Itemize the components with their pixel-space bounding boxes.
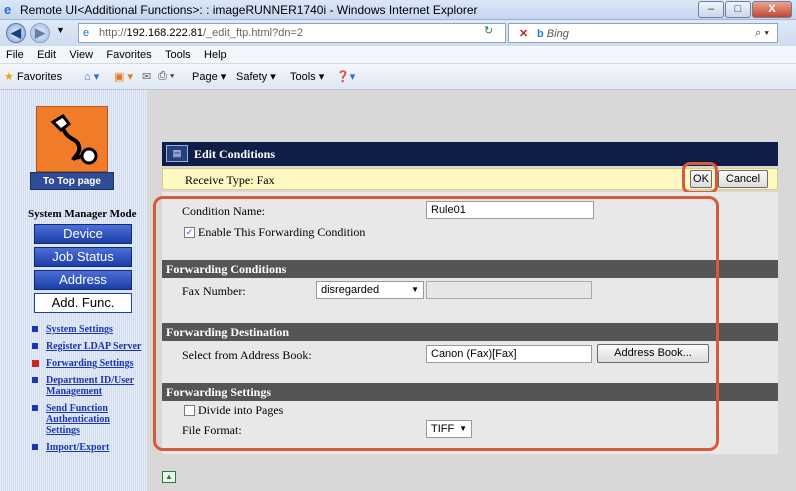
- home-icon[interactable]: ⌂ ▾: [84, 70, 99, 83]
- bullet-icon: [32, 343, 38, 349]
- page-icon: e: [83, 27, 90, 39]
- to-top-page-button[interactable]: To Top page: [30, 172, 114, 190]
- mail-icon[interactable]: ✉: [142, 70, 151, 83]
- sidebar-item-send-function-auth[interactable]: Send Function Authentication Settings: [30, 403, 145, 436]
- menu-bar: File Edit View Favorites Tools Help: [0, 46, 796, 64]
- tools-menu[interactable]: Tools ▾: [290, 70, 324, 83]
- favorites-button[interactable]: ★ Favorites: [4, 70, 62, 83]
- address-bar: ◀ ▶ ▼ e http://192.168.222.81/_edit_ftp.…: [0, 20, 796, 46]
- sidebar-item-system-settings[interactable]: System Settings: [30, 324, 145, 335]
- page-menu[interactable]: Page ▾: [192, 70, 226, 83]
- close-button[interactable]: X: [752, 1, 792, 18]
- sidebar-item-register-ldap[interactable]: Register LDAP Server: [30, 341, 145, 352]
- window-titlebar: e Remote UI<Additional Functions>: : ima…: [0, 0, 796, 20]
- sidebar: To Top page System Manager Mode Device J…: [0, 90, 147, 491]
- menu-view[interactable]: View: [69, 46, 93, 64]
- feeds-icon[interactable]: ▣ ▾: [114, 70, 133, 83]
- ok-highlight-ring: [682, 162, 718, 194]
- edit-conditions-title: Edit Conditions: [194, 147, 276, 161]
- receive-type-label: Receive Type: Fax: [185, 173, 275, 187]
- url-input[interactable]: e http://192.168.222.81/_edit_ftp.html?d…: [78, 23, 506, 43]
- url-text: http://192.168.222.81/_edit_ftp.html?dn=…: [99, 27, 303, 39]
- refresh-icon[interactable]: ↻: [484, 24, 493, 37]
- bullet-icon: [32, 405, 38, 411]
- bing-label: b Bing: [537, 28, 569, 40]
- job-status-button[interactable]: Job Status: [34, 247, 132, 267]
- bullet-icon: [32, 444, 38, 450]
- menu-edit[interactable]: Edit: [37, 46, 56, 64]
- sidebar-item-forwarding-settings[interactable]: Forwarding Settings: [30, 358, 145, 369]
- cancel-button[interactable]: Cancel: [718, 170, 768, 188]
- address-button[interactable]: Address: [34, 270, 132, 290]
- scroll-top-icon[interactable]: ▲: [162, 471, 176, 483]
- device-button[interactable]: Device: [34, 224, 132, 244]
- sidebar-links: System Settings Register LDAP Server For…: [30, 324, 145, 459]
- forward-button[interactable]: ▶: [30, 23, 50, 43]
- window-controls: – □ X: [697, 1, 792, 18]
- sidebar-item-department-id[interactable]: Department ID/User Management: [30, 375, 145, 397]
- search-icon[interactable]: ⌕ ▾: [755, 27, 769, 40]
- stop-icon[interactable]: ✕: [519, 27, 528, 40]
- menu-help[interactable]: Help: [204, 46, 227, 64]
- to-top-logo[interactable]: [36, 106, 108, 172]
- print-icon[interactable]: ⎙ ▾: [158, 70, 174, 83]
- window-title: Remote UI<Additional Functions>: : image…: [20, 3, 478, 17]
- system-manager-mode-label: System Manager Mode: [28, 208, 137, 220]
- remote-ui-logo-icon: [50, 114, 98, 165]
- menu-tools[interactable]: Tools: [165, 46, 191, 64]
- help-icon[interactable]: ❓▾: [336, 70, 355, 83]
- star-icon: ★: [4, 71, 14, 83]
- search-input[interactable]: ✕ b Bing ⌕ ▾: [508, 23, 778, 43]
- back-button[interactable]: ◀: [6, 23, 26, 43]
- sidebar-item-import-export[interactable]: Import/Export: [30, 442, 145, 453]
- bullet-icon: [32, 377, 38, 383]
- minimize-button[interactable]: –: [698, 1, 724, 18]
- bullet-icon: [32, 326, 38, 332]
- ie-logo-icon: e: [4, 2, 12, 17]
- menu-favorites[interactable]: Favorites: [106, 46, 151, 64]
- history-dropdown-icon[interactable]: ▼: [56, 25, 65, 35]
- form-highlight-ring: [153, 196, 719, 451]
- edit-form-icon: ▤: [166, 145, 188, 162]
- current-bullet-icon: [32, 360, 39, 367]
- maximize-button[interactable]: □: [725, 1, 751, 18]
- menu-file[interactable]: File: [6, 46, 24, 64]
- favorites-bar: ★ Favorites ⌂ ▾ ▣ ▾ ✉ ⎙ ▾ Page ▾ Safety …: [0, 64, 796, 90]
- add-func-button[interactable]: Add. Func.: [34, 293, 132, 313]
- safety-menu[interactable]: Safety ▾: [236, 70, 276, 83]
